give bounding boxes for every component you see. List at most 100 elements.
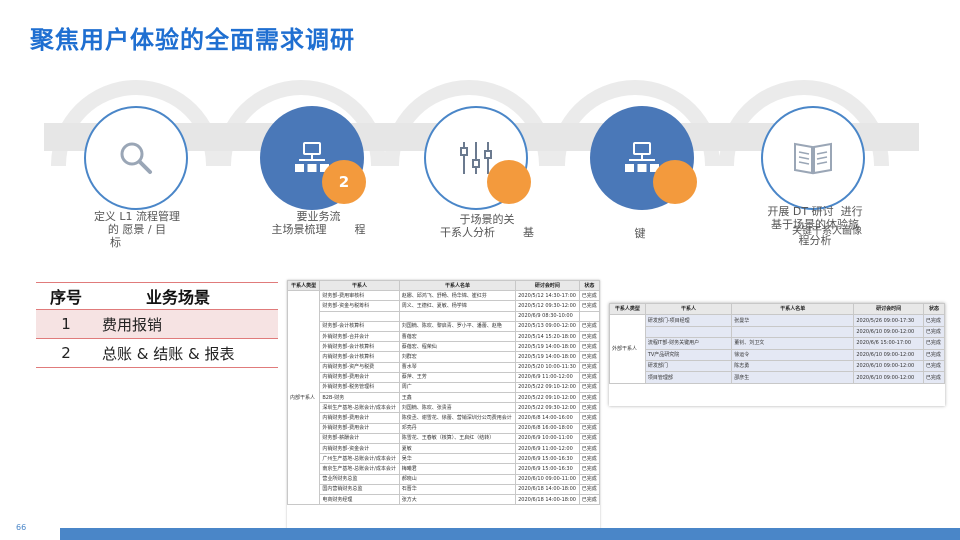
table-cell: 已完成 xyxy=(922,359,945,373)
table-cell: 已完成 xyxy=(922,371,945,384)
table-row: 广州生产基地-总账会计/成本会计 吴华 2020/6/9 15:00-16:30 已完… xyxy=(288,453,600,465)
table-cell: 2020/6/9 15:00-16:30 xyxy=(515,463,580,475)
table-cell: 张曼华 xyxy=(731,314,855,327)
sheet-header-row: 干系人类型 干系人 干系人名单 研讨会时间 状态 xyxy=(287,280,600,292)
table-cell: 邵彦生 xyxy=(731,371,855,384)
table-cell: 研发部门-项目经理 xyxy=(644,314,733,327)
table-row: 内销财务部-资金会计 夏敏 2020/6/9 11:00-12:00 已完成 xyxy=(288,442,600,455)
table-cell: 已完成 xyxy=(578,330,600,343)
table-cell: 内销财务部-费用会计 xyxy=(319,412,400,424)
table-cell: 2020/5/13 09:00-12:00 xyxy=(515,320,580,332)
table-cell: 已完成 xyxy=(922,348,945,361)
internal-stakeholder-sheet: 干系人类型 干系人 干系人名单 研讨会时间 状态 内部干系人 财务部-费用审核科 赵娜、邱鸿飞… xyxy=(287,280,600,530)
table-row: 财务部-会计核算科 刘国楠、陈欢、黎启青、罗小平、潘蕾、赵艳 2020/5/13 0… xyxy=(288,320,600,332)
table-cell: 已完成 xyxy=(922,314,945,327)
table-cell: 已完成 xyxy=(578,351,600,363)
table-row: 外销财务部-会计核算科 蔡蓓宏、程荣仙 2020/5/19 14:00-18:00 已… xyxy=(288,341,600,353)
table-cell: 项目管理部 xyxy=(644,371,733,384)
table-cell: 已完成 xyxy=(578,320,600,332)
table-cell: 内销财务部-资产与税费 xyxy=(319,361,400,373)
group-cell: 外部干系人 xyxy=(609,314,646,384)
table-cell: 2020/5/20 10:00-11:30 xyxy=(515,361,580,373)
table-cell: 2020/6/9 10:00-11:00 xyxy=(515,432,580,445)
table-cell: 2020/5/19 14:00-18:00 xyxy=(515,341,580,353)
step-4-badge xyxy=(653,160,697,204)
table-row: TV产品研究院 徐运令 2020/6/10 09:00-12:00 已完成 xyxy=(610,348,945,361)
table-cell: 已完成 xyxy=(578,432,600,445)
table-cell: 2020/6/10 09:00-12:00 xyxy=(853,348,924,361)
table-row: 内销财务部-资产与税费 曹水琴 2020/5/20 10:00-11:30 已完成 xyxy=(288,361,600,373)
sheet-header-row: 干系人类型 干系人 干系人名单 研讨会时间 状态 xyxy=(609,303,945,316)
table-cell: 已完成 xyxy=(578,422,600,434)
page-number: 66 xyxy=(16,523,27,532)
table-row: 1 费用报销 xyxy=(36,310,278,339)
table-cell: 内销财务部-会计核算科 xyxy=(319,351,400,363)
table-row: B2B-财务 王鑫 2020/5/22 09:10-12:00 已完成 xyxy=(288,392,600,404)
table-cell: 营业所财务总监 xyxy=(319,473,400,485)
table-row: 外销财务部-税务管理科 周广 2020/5/22 09:10-12:00 已完成 xyxy=(288,381,600,394)
table-cell: 2020/5/22 09:10-12:00 xyxy=(515,392,580,404)
table-cell: 刘国楠、陈欢、黎启青、罗小平、潘蕾、赵艳 xyxy=(398,320,517,332)
scenario-table: 序号 业务场景 1 费用报销 2 总账 & 结账 & 报表 xyxy=(36,282,278,368)
table-cell: 2020/6/8 14:00-16:00 xyxy=(515,412,580,424)
table-cell: 2020/6/18 14:00-18:00 xyxy=(515,483,580,495)
step-2-badge: 2 xyxy=(322,160,366,204)
table-cell: 流程IT部-财务关键用户 xyxy=(644,337,733,350)
table-cell xyxy=(731,325,855,339)
table-row: 营业所财务总监 郝晓山 2020/6/10 09:00-11:00 已完成 xyxy=(288,473,600,485)
table-cell: 蔡蓓宏、程荣仙 xyxy=(398,341,517,353)
column-header: 干系人 xyxy=(644,303,733,316)
table-row: 项目管理部 邵彦生 2020/6/10 09:00-12:00 已完成 xyxy=(610,371,945,384)
table-cell: 蔡萍、王芳 xyxy=(398,371,517,383)
table-row: 2020/6/9 08:30-10:00 xyxy=(288,310,600,322)
table-cell: 南京生产基地-总账会计/成本会计 xyxy=(319,463,400,475)
table-cell: 2020/6/9 08:30-10:00 xyxy=(515,310,580,322)
table-cell: 梅曦君 xyxy=(398,463,517,475)
table-cell: TV产品研究院 xyxy=(644,348,733,361)
table-cell: 陈志勇 xyxy=(731,359,855,373)
table-cell: 广州生产基地-总账会计/成本会计 xyxy=(319,453,400,465)
table-row: 内部干系人 财务部-费用审核科 赵娜、邱鸿飞、舒畅、杨华锦、崔红芬 2020/5/12… xyxy=(287,290,600,506)
table-row: 2 总账 & 结账 & 报表 xyxy=(36,339,278,368)
table-cell: 张方大 xyxy=(398,493,517,506)
table-row: 财务部-资金与税筹科 周义、王德红、夏敏、杨学锦 2020/5/12 09:30-1… xyxy=(288,300,600,312)
table-cell: 已完成 xyxy=(578,381,600,394)
step-3-caption: 于场景的关 干系人分析 基 xyxy=(440,213,534,239)
column-header: 状态 xyxy=(922,303,945,316)
table-cell xyxy=(578,310,600,322)
column-header: 干系人 xyxy=(319,280,400,292)
page-title: 聚焦用户体验的全面需求调研 xyxy=(30,26,355,54)
table-cell xyxy=(398,310,517,322)
table-cell: 2020/5/26 09:00-17:30 xyxy=(853,314,924,327)
table-cell: 2020/6/10 09:00-12:00 xyxy=(853,359,924,373)
table-cell: 2020/6/9 11:00-12:00 xyxy=(515,442,580,455)
table-row: 国内营销财务总监 石晋华 2020/6/18 14:00-18:00 已完成 xyxy=(288,483,600,495)
table-cell: 邓亮丹 xyxy=(398,422,517,434)
table-cell xyxy=(644,325,733,339)
table-row: 外销财务部-费用会计 邓亮丹 2020/6/8 16:00-18:00 已完成 xyxy=(288,422,600,434)
column-header: 研讨会时间 xyxy=(853,303,924,316)
table-cell: 财务部-费用审核科 xyxy=(319,290,400,302)
table-cell: 陈雪花、王春敏（核算）、王启红（结转） xyxy=(398,432,517,445)
table-cell: 已完成 xyxy=(578,453,600,465)
table-cell: 已完成 xyxy=(578,402,600,414)
magnifier-icon xyxy=(120,142,152,174)
table-cell: 2020/5/12 14:30-17:00 xyxy=(515,290,580,302)
column-header: 干系人名单 xyxy=(731,303,855,316)
table-cell: 已完成 xyxy=(922,337,945,350)
table-cell: B2B-财务 xyxy=(319,392,400,404)
external-stakeholder-sheet: 干系人类型 干系人 干系人名单 研讨会时间 状态 外部干系人 研发部门-项目经理 张曼华 202… xyxy=(609,303,945,406)
book-icon xyxy=(794,142,832,175)
table-cell: 已完成 xyxy=(578,412,600,424)
table-row: 南京生产基地-总账会计/成本会计 梅曦君 2020/6/9 15:00-16:30 已… xyxy=(288,463,600,475)
column-header: 干系人类型 xyxy=(609,303,646,316)
table-row: 2020/6/10 09:00-12:00 已完成 xyxy=(610,325,945,339)
column-header: 研讨会时间 xyxy=(515,280,580,292)
table-cell: 已完成 xyxy=(922,325,945,339)
table-row: 内销财务部-费用会计 蔡萍、王芳 2020/6/9 11:00-12:00 已完成 xyxy=(288,371,600,383)
table-cell: 已完成 xyxy=(578,300,600,312)
step-2-caption: 要业务流 主场景梳理 程 xyxy=(271,210,366,236)
table-cell: 已完成 xyxy=(578,483,600,495)
table-cell: 国内营销财务总监 xyxy=(319,483,400,495)
table-cell: 赵娜、邱鸿飞、舒畅、杨华锦、崔红芬 xyxy=(398,290,517,302)
